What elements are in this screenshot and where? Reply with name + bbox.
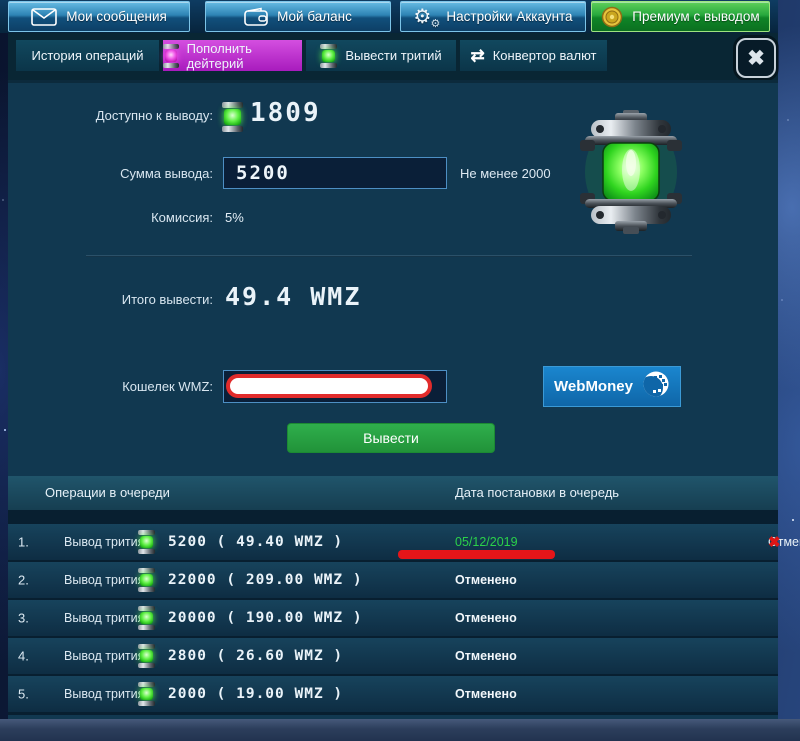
row-status: Отменено xyxy=(455,649,517,663)
wallet-icon xyxy=(244,7,268,26)
available-label: Доступно к выводу: xyxy=(8,108,213,123)
nav-settings-label: Настройки Аккаунта xyxy=(446,9,572,24)
column-date: Дата постановки в очередь xyxy=(455,485,619,500)
amount-label: Сумма вывода: xyxy=(8,166,213,181)
tab-currency-converter-label: Конвертор валют xyxy=(493,48,597,63)
row-status: Отменено xyxy=(455,573,517,587)
tritium-icon xyxy=(138,682,155,706)
commission-value: 5% xyxy=(225,210,244,225)
row-amount: 2800 ( 26.60 WMZ ) xyxy=(168,648,343,664)
cancel-x-icon: ✖ xyxy=(768,533,781,551)
tritium-icon xyxy=(138,530,155,554)
wallet-label: Кошелек WMZ: xyxy=(8,379,213,394)
medal-icon xyxy=(601,6,623,28)
row-status: Отменено xyxy=(455,611,517,625)
webmoney-label: WebMoney xyxy=(554,378,633,395)
row-operation-label: Вывод трития xyxy=(64,649,144,663)
gear-icon: ⚙ ⚙ xyxy=(413,5,437,29)
nav-messages-label: Мои сообщения xyxy=(66,9,167,24)
nav-messages-button[interactable]: Мои сообщения xyxy=(8,1,190,32)
webmoney-button[interactable]: WebMoney xyxy=(543,366,681,407)
row-number: 3. xyxy=(18,611,29,626)
row-operation-label: Вывод трития xyxy=(64,535,144,549)
table-row: 5. Вывод трития 2000 ( 19.00 WMZ ) Отмен… xyxy=(8,676,778,712)
close-button[interactable]: ✖ xyxy=(736,38,776,78)
tritium-icon xyxy=(138,568,155,592)
window: Мои сообщения Мой баланс ⚙ ⚙ Настройки А… xyxy=(0,0,800,741)
queue-table-body: 1. Вывод трития 5200 ( 49.40 WMZ ) 05/12… xyxy=(8,510,778,715)
row-number: 5. xyxy=(18,687,29,702)
column-operations: Операции в очереди xyxy=(45,485,170,500)
table-row: 2. Вывод трития 22000 ( 209.00 WMZ ) Отм… xyxy=(8,562,778,598)
row-amount: 20000 ( 190.00 WMZ ) xyxy=(168,610,363,626)
nav-premium-label: Премиум с выводом xyxy=(632,9,759,24)
red-underline-annotation xyxy=(398,550,555,559)
row-number: 4. xyxy=(18,649,29,664)
nav-premium-button[interactable]: Премиум с выводом xyxy=(591,1,770,32)
swap-arrows-icon: ⇄ xyxy=(470,46,484,66)
withdraw-button[interactable]: Вывести xyxy=(287,423,495,453)
row-amount: 2000 ( 19.00 WMZ ) xyxy=(168,686,343,702)
section-divider xyxy=(86,255,692,257)
tritium-icon xyxy=(138,606,155,630)
withdraw-button-label: Вывести xyxy=(363,430,419,446)
total-label: Итого вывести: xyxy=(8,292,213,307)
tab-history-label: История операций xyxy=(32,48,144,63)
amount-input[interactable] xyxy=(223,157,447,189)
redaction-overlay xyxy=(226,374,432,398)
row-operation-label: Вывод трития xyxy=(64,611,144,625)
envelope-icon xyxy=(31,8,57,26)
row-amount: 5200 ( 49.40 WMZ ) xyxy=(168,534,343,550)
row-number: 2. xyxy=(18,573,29,588)
webmoney-logo-icon xyxy=(642,370,670,403)
nav-balance-button[interactable]: Мой баланс xyxy=(205,1,391,32)
nav-balance-label: Мой баланс xyxy=(277,9,352,24)
nav-settings-button[interactable]: ⚙ ⚙ Настройки Аккаунта xyxy=(400,1,586,32)
deuterium-icon xyxy=(163,44,179,68)
row-status: 05/12/2019 xyxy=(455,535,518,549)
tab-deposit-deuterium[interactable]: Пополнить дейтерий xyxy=(163,40,302,71)
total-value: 49.4 WMZ xyxy=(225,282,361,311)
minimum-hint: Не менее 2000 xyxy=(460,166,551,181)
table-row: 3. Вывод трития 20000 ( 190.00 WMZ ) Отм… xyxy=(8,600,778,636)
tritium-icon xyxy=(320,44,337,68)
tab-history[interactable]: История операций xyxy=(16,40,159,71)
close-icon: ✖ xyxy=(747,46,765,71)
row-status: Отменено xyxy=(455,687,517,701)
commission-label: Комиссия: xyxy=(8,210,213,225)
row-number: 1. xyxy=(18,535,29,550)
tab-deposit-deuterium-label: Пополнить дейтерий xyxy=(187,41,302,71)
tritium-capsule-image xyxy=(573,110,689,239)
row-amount: 22000 ( 209.00 WMZ ) xyxy=(168,572,363,588)
queue-table-header: Операции в очереди Дата постановки в оче… xyxy=(8,476,778,510)
tritium-icon xyxy=(222,102,243,132)
tritium-icon xyxy=(138,644,155,668)
wallet-field[interactable] xyxy=(223,370,447,403)
tab-withdraw-tritium-label: Вывести тритий xyxy=(345,48,441,63)
available-value: 1809 xyxy=(250,98,321,128)
bottom-bar xyxy=(0,719,800,741)
row-operation-label: Вывод трития xyxy=(64,687,144,701)
row-operation-label: Вывод трития xyxy=(64,573,144,587)
tab-currency-converter[interactable]: ⇄ Конвертор валют xyxy=(460,40,607,71)
table-row: 4. Вывод трития 2800 ( 26.60 WMZ ) Отмен… xyxy=(8,638,778,674)
table-row: 1. Вывод трития 5200 ( 49.40 WMZ ) 05/12… xyxy=(8,524,778,560)
tab-withdraw-tritium[interactable]: Вывести тритий xyxy=(306,40,456,71)
